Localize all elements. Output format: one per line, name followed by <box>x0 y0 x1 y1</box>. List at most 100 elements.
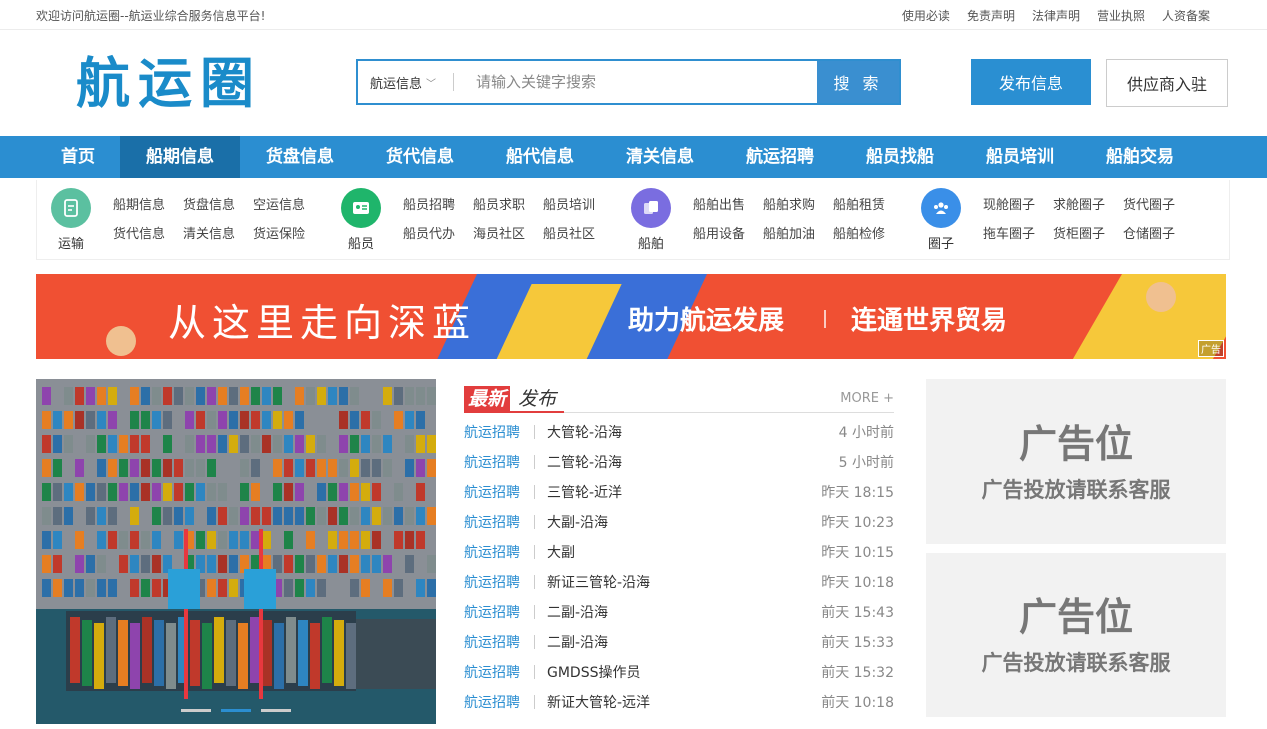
item-category[interactable]: 航运招聘 <box>464 572 524 592</box>
category-link[interactable]: 船舶出售 <box>693 194 763 213</box>
nav-item-schedule[interactable]: 船期信息 <box>120 136 240 178</box>
container-block <box>284 459 293 477</box>
category-link[interactable]: 船员求职 <box>473 194 543 213</box>
container-block <box>350 555 359 573</box>
more-link[interactable]: MORE + <box>840 391 894 406</box>
category-link[interactable]: 船员招聘 <box>403 194 473 213</box>
container-block <box>427 507 436 525</box>
ad-banner[interactable]: 从这里走向深蓝 助力航运发展 连通世界贸易 广告 <box>36 274 1226 359</box>
nav-item-cargo[interactable]: 货盘信息 <box>240 136 360 178</box>
item-title[interactable]: 新证三管轮-沿海 <box>547 572 821 592</box>
nav-item-recruit[interactable]: 航运招聘 <box>720 136 840 178</box>
carousel-dot[interactable] <box>181 709 211 712</box>
item-title[interactable]: 二副-沿海 <box>547 632 821 652</box>
category-link[interactable]: 现舱圈子 <box>983 194 1053 213</box>
document-icon[interactable] <box>51 188 91 228</box>
list-item[interactable]: 航运招聘 新证大管轮-远洋 前天 10:18 <box>464 687 894 717</box>
top-link-hr-record[interactable]: 人资备案 <box>1162 7 1210 24</box>
list-item[interactable]: 航运招聘 二管轮-沿海 5 小时前 <box>464 447 894 477</box>
list-item[interactable]: 航运招聘 二副-沿海 前天 15:33 <box>464 627 894 657</box>
id-card-icon[interactable] <box>341 188 381 228</box>
top-link-license[interactable]: 营业执照 <box>1097 7 1145 24</box>
group-name[interactable]: 船员 <box>331 233 391 252</box>
category-link[interactable]: 船期信息 <box>113 194 183 213</box>
top-link-disclaimer[interactable]: 免责声明 <box>967 7 1015 24</box>
group-name[interactable]: 船舶 <box>621 233 681 252</box>
list-item[interactable]: 航运招聘 三管轮-近洋 昨天 18:15 <box>464 477 894 507</box>
item-title[interactable]: 新证大管轮-远洋 <box>547 692 821 712</box>
category-link[interactable]: 货代信息 <box>113 223 183 242</box>
item-category[interactable]: 航运招聘 <box>464 422 524 442</box>
category-link[interactable]: 船用设备 <box>693 223 763 242</box>
list-item[interactable]: 航运招聘 GMDSS操作员 前天 15:32 <box>464 657 894 687</box>
category-link[interactable]: 清关信息 <box>183 223 253 242</box>
item-title[interactable]: 大副 <box>547 542 821 562</box>
item-category[interactable]: 航运招聘 <box>464 542 524 562</box>
item-category[interactable]: 航运招聘 <box>464 482 524 502</box>
item-title[interactable]: 二副-沿海 <box>547 602 821 622</box>
nav-item-home[interactable]: 首页 <box>36 136 120 178</box>
category-link[interactable]: 船舶求购 <box>763 194 833 213</box>
category-link[interactable]: 空运信息 <box>253 194 323 213</box>
group-name[interactable]: 运输 <box>41 233 101 252</box>
supplier-join-button[interactable]: 供应商入驻 <box>1106 59 1228 107</box>
category-link[interactable]: 仓储圈子 <box>1123 223 1193 242</box>
top-link-legal[interactable]: 法律声明 <box>1032 7 1080 24</box>
category-link[interactable]: 船员社区 <box>543 223 613 242</box>
container-block <box>42 507 51 525</box>
nav-item-ship-trade[interactable]: 船舶交易 <box>1080 136 1200 178</box>
container-block <box>284 483 293 501</box>
container-block <box>185 411 194 429</box>
item-category[interactable]: 航运招聘 <box>464 452 524 472</box>
carousel-dot[interactable] <box>221 709 251 712</box>
category-link[interactable]: 船舶加油 <box>763 223 833 242</box>
container-block <box>383 507 392 525</box>
item-category[interactable]: 航运招聘 <box>464 632 524 652</box>
ad-slot[interactable]: 广告位 广告投放请联系客服 <box>926 379 1226 544</box>
item-category[interactable]: 航运招聘 <box>464 512 524 532</box>
category-link[interactable]: 货盘信息 <box>183 194 253 213</box>
carousel-dot[interactable] <box>261 709 291 712</box>
copy-icon[interactable] <box>631 188 671 228</box>
category-link[interactable]: 船舶检修 <box>833 223 903 242</box>
group-links: 现舱圈子 求舱圈子 货代圈子 拖车圈子 货柜圈子 仓储圈子 <box>983 194 1193 242</box>
list-item[interactable]: 航运招聘 大副 昨天 10:15 <box>464 537 894 567</box>
search-button[interactable]: 搜 索 <box>817 61 899 103</box>
category-link[interactable]: 船员培训 <box>543 194 613 213</box>
category-link[interactable]: 货代圈子 <box>1123 194 1193 213</box>
group-name[interactable]: 圈子 <box>911 233 971 252</box>
image-carousel[interactable] <box>36 379 436 724</box>
item-category[interactable]: 航运招聘 <box>464 692 524 712</box>
nav-item-customs[interactable]: 清关信息 <box>600 136 720 178</box>
container-block <box>130 387 139 405</box>
item-title[interactable]: 大副-沿海 <box>547 512 821 532</box>
item-category[interactable]: 航运招聘 <box>464 662 524 682</box>
item-title[interactable]: 二管轮-沿海 <box>547 452 839 472</box>
item-title[interactable]: GMDSS操作员 <box>547 662 821 682</box>
group-icon[interactable] <box>921 188 961 228</box>
item-title[interactable]: 三管轮-近洋 <box>547 482 821 502</box>
search-input[interactable] <box>460 61 817 103</box>
item-category[interactable]: 航运招聘 <box>464 602 524 622</box>
nav-item-ship-agent[interactable]: 船代信息 <box>480 136 600 178</box>
search-category-select[interactable]: 航运信息 ﹀ <box>358 61 460 103</box>
category-link[interactable]: 货运保险 <box>253 223 323 242</box>
nav-item-crew-training[interactable]: 船员培训 <box>960 136 1080 178</box>
top-link-usage[interactable]: 使用必读 <box>902 7 950 24</box>
list-item[interactable]: 航运招聘 大副-沿海 昨天 10:23 <box>464 507 894 537</box>
category-link[interactable]: 货柜圈子 <box>1053 223 1123 242</box>
nav-item-forwarder[interactable]: 货代信息 <box>360 136 480 178</box>
category-link[interactable]: 求舱圈子 <box>1053 194 1123 213</box>
list-item[interactable]: 航运招聘 新证三管轮-沿海 昨天 10:18 <box>464 567 894 597</box>
category-link[interactable]: 海员社区 <box>473 223 543 242</box>
category-link[interactable]: 船员代办 <box>403 223 473 242</box>
publish-button[interactable]: 发布信息 <box>971 59 1091 105</box>
ad-slot[interactable]: 广告位 广告投放请联系客服 <box>926 553 1226 717</box>
nav-item-crew-seek[interactable]: 船员找船 <box>840 136 960 178</box>
list-item[interactable]: 航运招聘 二副-沿海 前天 15:43 <box>464 597 894 627</box>
list-item[interactable]: 航运招聘 大管轮-沿海 4 小时前 <box>464 417 894 447</box>
category-link[interactable]: 拖车圈子 <box>983 223 1053 242</box>
category-link[interactable]: 船舶租赁 <box>833 194 903 213</box>
item-title[interactable]: 大管轮-沿海 <box>547 422 839 442</box>
site-logo[interactable]: 航运圈 <box>76 52 262 116</box>
